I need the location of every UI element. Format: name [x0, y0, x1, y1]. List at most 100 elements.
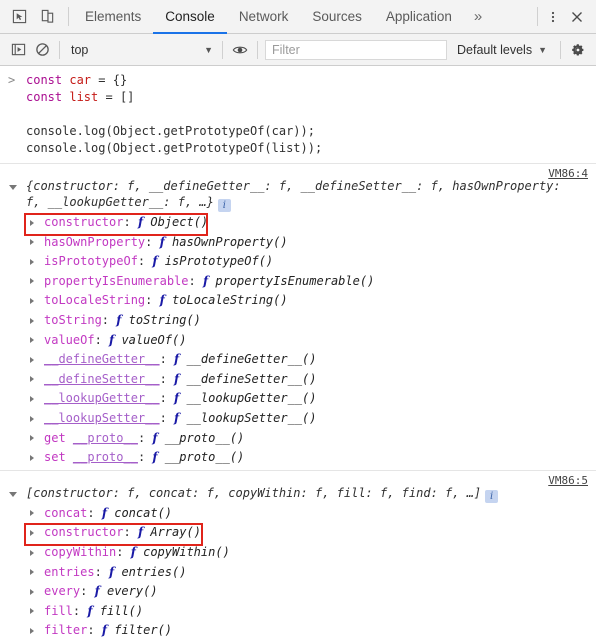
function-marker-icon: f — [159, 234, 165, 249]
disclosure-triangle-open-icon[interactable] — [9, 185, 17, 190]
property-row[interactable]: copyWithin: f copyWithin() — [0, 543, 596, 563]
disclosure-triangle-icon[interactable] — [30, 627, 34, 634]
property-list: constructor: f Object() hasOwnProperty: f… — [0, 212, 596, 468]
property-row[interactable]: entries: f entries() — [0, 563, 596, 583]
console-message-group: VM86:5 [constructor: f, concat: f, copyWi… — [0, 469, 596, 638]
info-badge-icon[interactable]: i — [217, 199, 231, 212]
disclosure-triangle-icon[interactable] — [30, 258, 34, 265]
code-token: car — [69, 73, 92, 87]
filter-input[interactable]: Filter — [265, 39, 448, 60]
disclosure-triangle-icon[interactable] — [30, 569, 34, 576]
close-icon[interactable] — [566, 6, 588, 28]
tab-application[interactable]: Application — [374, 1, 464, 34]
execution-context-select[interactable]: top ▼ — [65, 43, 217, 57]
chevron-down-icon-levels: ▼ — [538, 44, 547, 55]
disclosure-triangle-icon[interactable] — [30, 588, 34, 595]
property-colon: : — [159, 391, 175, 406]
disclosure-triangle-icon[interactable] — [30, 608, 34, 615]
code-token: = {} — [91, 73, 128, 87]
toolbar-divider-2 — [222, 40, 223, 59]
disclosure-triangle-icon[interactable] — [30, 317, 34, 324]
property-row[interactable]: filter: f filter() — [0, 621, 596, 638]
kebab-menu-icon[interactable] — [542, 6, 564, 28]
disclosure-triangle-icon[interactable] — [30, 454, 34, 461]
property-name: __proto__ — [72, 430, 138, 445]
property-row[interactable]: hasOwnProperty: f hasOwnProperty() — [0, 233, 596, 253]
disclosure-triangle-icon[interactable] — [30, 395, 34, 402]
tab-elements[interactable]: Elements — [73, 1, 153, 34]
property-colon: : — [94, 564, 110, 579]
property-colon: : — [123, 525, 138, 540]
disclosure-triangle-icon[interactable] — [30, 435, 34, 442]
property-colon: : — [137, 430, 153, 445]
property-row[interactable]: fill: f fill() — [0, 602, 596, 622]
disclosure-triangle-icon[interactable] — [30, 239, 34, 246]
disclosure-triangle-icon[interactable] — [30, 297, 34, 304]
object-preview-text-cont: f, __lookupGetter__: f, …} — [26, 195, 214, 209]
more-tabs-label: » — [473, 8, 483, 25]
device-toolbar-icon[interactable] — [36, 6, 58, 28]
disclosure-triangle-icon[interactable] — [30, 278, 34, 285]
info-badge-icon[interactable]: i — [485, 489, 499, 503]
devtools-tab-bar: Elements Console Network Sources Applica… — [0, 0, 596, 34]
disclosure-triangle-icon[interactable] — [30, 356, 34, 363]
property-row-highlighted[interactable]: constructor: f Object() — [0, 213, 596, 236]
property-colon: : — [72, 603, 88, 618]
property-row[interactable]: concat: f concat() — [0, 504, 596, 524]
gear-icon[interactable] — [566, 38, 590, 62]
property-name: toLocaleString — [44, 293, 146, 308]
disclosure-triangle-icon[interactable] — [30, 219, 34, 226]
property-name: __defineGetter__ — [44, 352, 160, 367]
property-accessor-prefix: get — [44, 430, 73, 445]
more-tabs-chevron-icon[interactable]: » — [464, 1, 492, 34]
tabbar-left-icons — [0, 0, 64, 33]
property-row[interactable]: propertyIsEnumerable: f propertyIsEnumer… — [0, 272, 596, 292]
inspect-element-icon[interactable] — [8, 6, 30, 28]
disclosure-triangle-icon[interactable] — [30, 549, 34, 556]
disclosure-triangle-open-icon[interactable] — [9, 491, 17, 497]
property-name: __lookupGetter__ — [44, 391, 160, 406]
tab-console[interactable]: Console — [153, 1, 227, 34]
disclosure-triangle-icon[interactable] — [30, 510, 34, 517]
clear-console-icon[interactable] — [30, 38, 54, 62]
log-levels-select[interactable]: Default levels ▼ — [449, 43, 555, 57]
object-preview-text: {constructor: f, __defineGetter__: f, __… — [26, 179, 561, 193]
property-row[interactable]: set __proto__: f __proto__() — [0, 448, 596, 468]
code-line: const car = {} — [26, 72, 596, 89]
property-row[interactable]: every: f every() — [0, 582, 596, 602]
disclosure-triangle-icon[interactable] — [30, 376, 34, 383]
console-output-area[interactable]: > const car = {} const list = [] console.l… — [0, 66, 596, 638]
property-row[interactable]: __lookupGetter__: f __lookupGetter__() — [0, 389, 596, 409]
tab-network[interactable]: Network — [227, 1, 301, 34]
property-row[interactable]: valueOf: f valueOf() — [0, 331, 596, 351]
object-preview-header[interactable]: [constructor: f, concat: f, copyWithin: … — [0, 471, 596, 503]
property-colon: : — [94, 332, 110, 347]
disclosure-triangle-icon[interactable] — [30, 415, 34, 422]
property-row[interactable]: __defineGetter__: f __defineGetter__() — [0, 350, 596, 370]
object-preview-header[interactable]: {constructor: f, __defineGetter__: f, __… — [0, 164, 596, 212]
live-expression-eye-icon[interactable] — [228, 38, 252, 62]
property-row-highlighted[interactable]: constructor: f Array() — [0, 523, 596, 546]
property-colon: : — [159, 410, 175, 425]
disclosure-triangle-icon[interactable] — [30, 529, 34, 536]
property-row[interactable]: toString: f toString() — [0, 311, 596, 331]
property-name: filter — [44, 623, 88, 638]
property-colon: : — [123, 215, 138, 229]
property-row[interactable]: isPrototypeOf: f isPrototypeOf() — [0, 252, 596, 272]
disclosure-triangle-icon[interactable] — [30, 337, 34, 344]
property-row[interactable]: toLocaleString: f toLocaleString() — [0, 291, 596, 311]
property-row[interactable]: __lookupSetter__: f __lookupSetter__() — [0, 409, 596, 429]
code-token: const — [26, 90, 63, 104]
code-token: const — [26, 73, 63, 87]
property-row[interactable]: __defineSetter__: f __defineSetter__() — [0, 370, 596, 390]
execute-snippet-icon[interactable] — [6, 38, 30, 62]
toolbar-divider-1 — [59, 40, 60, 59]
property-colon: : — [87, 505, 102, 520]
property-row[interactable]: get __proto__: f __proto__() — [0, 429, 596, 449]
console-toolbar: top ▼ Filter Default levels ▼ — [0, 34, 596, 66]
tab-sources[interactable]: Sources — [300, 1, 374, 34]
property-colon: : — [159, 352, 175, 367]
